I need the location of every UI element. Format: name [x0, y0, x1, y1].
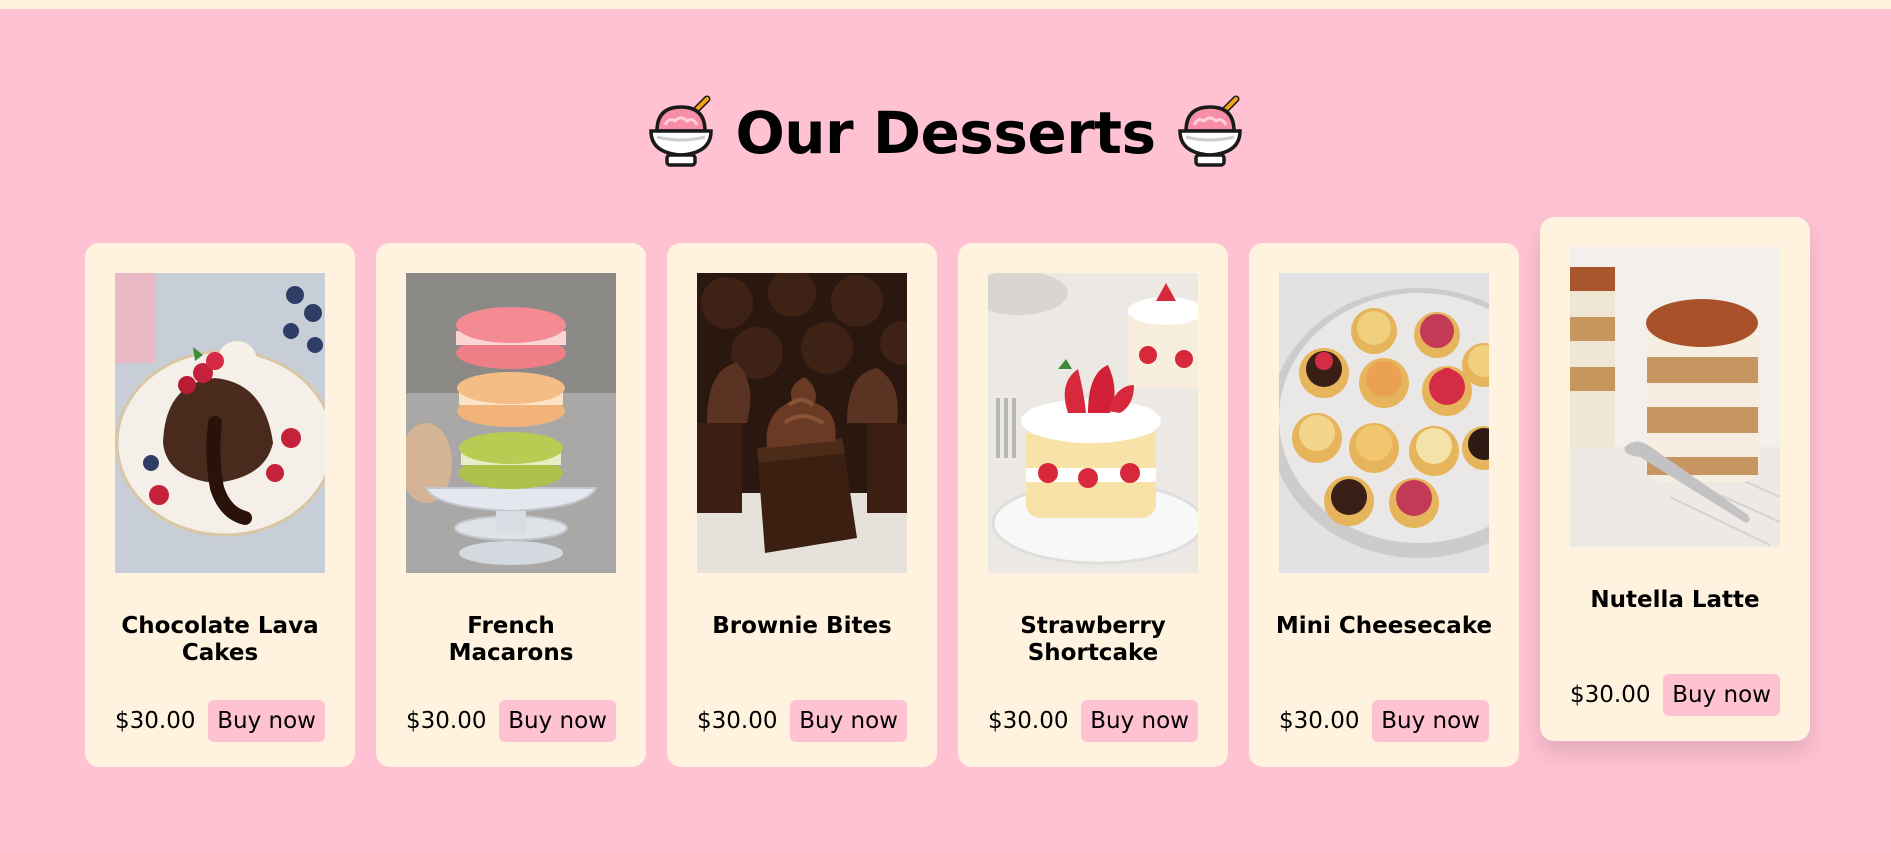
product-price: $30.00	[697, 708, 778, 734]
product-footer: $30.00 Buy now	[406, 700, 616, 742]
product-footer: $30.00 Buy now	[1279, 700, 1489, 742]
product-card: Brownie Bites $30.00 Buy now	[667, 243, 937, 767]
product-footer: $30.00 Buy now	[1570, 674, 1780, 716]
product-name: Brownie Bites	[712, 613, 892, 639]
product-image-mini-cheesecake	[1279, 273, 1489, 573]
product-name: Strawberry Shortcake	[1020, 613, 1166, 666]
product-card: Nutella Latte $30.00 Buy now	[1540, 217, 1810, 741]
buy-now-button[interactable]: Buy now	[790, 700, 907, 742]
buy-now-button[interactable]: Buy now	[499, 700, 616, 742]
product-image-nutella-latte	[1570, 247, 1780, 547]
buy-now-button[interactable]: Buy now	[1663, 674, 1780, 716]
product-name: French Macarons	[448, 613, 574, 666]
product-card: French Macarons $30.00 Buy now	[376, 243, 646, 767]
product-price: $30.00	[115, 708, 196, 734]
buy-now-button[interactable]: Buy now	[1081, 700, 1198, 742]
product-grid: Chocolate Lava Cakes $30.00 Buy now Fren…	[85, 217, 1810, 767]
product-card: Mini Cheesecake $30.00 Buy now	[1249, 243, 1519, 767]
product-name: Nutella Latte	[1590, 587, 1760, 613]
product-price: $30.00	[406, 708, 487, 734]
product-price: $30.00	[988, 708, 1069, 734]
product-card: Chocolate Lava Cakes $30.00 Buy now	[85, 243, 355, 767]
product-image-french-macarons	[406, 273, 616, 573]
buy-now-button[interactable]: Buy now	[1372, 700, 1489, 742]
product-price: $30.00	[1279, 708, 1360, 734]
product-image-chocolate-lava-cake	[115, 273, 325, 573]
product-image-strawberry-shortcake	[988, 273, 1198, 573]
product-name: Chocolate Lava Cakes	[121, 613, 319, 666]
product-footer: $30.00 Buy now	[988, 700, 1198, 742]
section-heading: Our Desserts	[0, 95, 1891, 171]
ice-cream-bowl-icon	[1177, 95, 1242, 167]
product-image-brownie-bites	[697, 273, 907, 573]
top-strip	[0, 0, 1891, 9]
page-title: Our Desserts	[735, 99, 1156, 167]
product-footer: $30.00 Buy now	[697, 700, 907, 742]
product-price: $30.00	[1570, 682, 1651, 708]
product-footer: $30.00 Buy now	[115, 700, 325, 742]
ice-cream-bowl-icon	[649, 95, 714, 167]
buy-now-button[interactable]: Buy now	[208, 700, 325, 742]
product-card: Strawberry Shortcake $30.00 Buy now	[958, 243, 1228, 767]
product-name: Mini Cheesecake	[1275, 613, 1493, 639]
